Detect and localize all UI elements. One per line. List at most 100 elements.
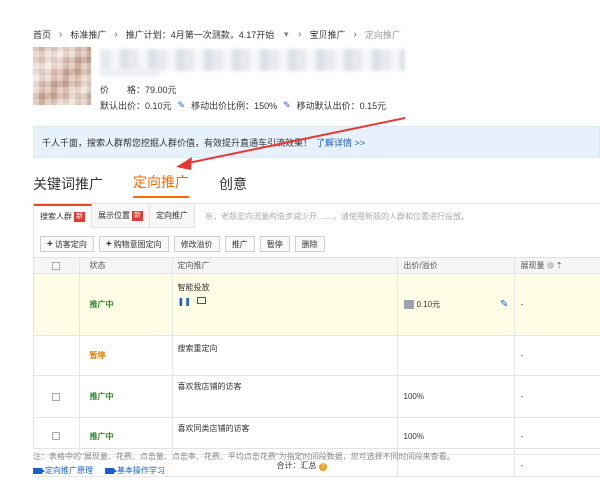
- targeting-table: 状态 定向推广 出价/溢价 展现量 ⇡ 推广中 智能投放 ❚❚ 0.10元 ✎ -: [34, 257, 600, 477]
- tab-keyword-promotion[interactable]: 关键词推广: [33, 174, 103, 198]
- product-subtitle-blurred: [100, 69, 160, 77]
- row-select-cell: [34, 417, 79, 455]
- add-visitor-targeting-button[interactable]: + 访客定向: [40, 236, 94, 252]
- product-title-blurred: [100, 49, 405, 71]
- row-checkbox[interactable]: [52, 392, 61, 401]
- chevron-right-icon: ›: [59, 29, 63, 40]
- table-row: 推广中 喜欢同类店铺的访客 100% -: [34, 417, 600, 455]
- link-basic-operations[interactable]: 基本操作学习: [105, 465, 165, 476]
- header-impressions[interactable]: 展现量 ⇡: [513, 257, 600, 274]
- edit-pencil-icon[interactable]: ✎: [500, 299, 508, 310]
- bid-value: 0.10元: [416, 300, 441, 309]
- video-icon: [105, 467, 117, 474]
- select-all-header: [34, 257, 79, 274]
- impressions-cell: -: [513, 273, 600, 336]
- select-all-checkbox[interactable]: [52, 261, 61, 270]
- info-tip-bar: 千人千面，搜索人群帮您挖掘人群价值，有效提升直通车引流效果！ 了解详情 >>: [33, 126, 600, 158]
- targeting-name: 智能投放: [177, 283, 210, 292]
- new-badge: 新: [132, 210, 143, 221]
- product-thumbnail[interactable]: [33, 47, 91, 105]
- targeting-cell: 喜欢同类店铺的访客: [171, 417, 397, 455]
- total-impressions-cell: -: [513, 454, 600, 477]
- sub-tab-note: 亲，老版定向流量构造步减少开……，请使用新版的人群和位置进行投放。: [205, 211, 469, 221]
- impressions-cell: -: [513, 375, 600, 418]
- status-cell: 推广中: [78, 417, 172, 455]
- bid-settings: 默认出价：0.10元 ✎ 移动出价比例：150% ✎ 移动默认出价：0.15元: [100, 99, 386, 112]
- row-icons: ❚❚: [178, 297, 397, 306]
- edit-pencil-icon[interactable]: ✎: [178, 100, 186, 111]
- row-checkbox[interactable]: [52, 432, 61, 441]
- edit-pencil-icon[interactable]: ✎: [283, 100, 291, 111]
- bid-cell: 0.10元 ✎: [396, 273, 514, 336]
- header-bid: 出价/溢价: [396, 257, 514, 274]
- default-bid: 默认出价：0.10元: [100, 101, 172, 111]
- targeting-cell: 智能投放 ❚❚: [171, 273, 397, 336]
- mobile-default-bid: 移动默认出价：0.15元: [296, 101, 387, 111]
- table-header-row: 状态 定向推广 出价/溢价 展现量 ⇡: [34, 257, 600, 274]
- chevron-right-icon: ›: [353, 29, 357, 40]
- header-status: 状态: [78, 257, 172, 274]
- table-row: 推广中 智能投放 ❚❚ 0.10元 ✎ -: [34, 273, 600, 336]
- sub-tabs: 搜索人群 新 展示位置 新 定向推广 亲，老版定向流量构造步减少开……，请使用新…: [34, 204, 469, 228]
- sub-tab-display-position[interactable]: 展示位置 新: [92, 204, 150, 228]
- video-icon: [33, 467, 45, 474]
- new-badge: 新: [74, 211, 85, 222]
- sub-tab-search-audience[interactable]: 搜索人群 新: [34, 204, 92, 228]
- breadcrumb-home[interactable]: 首页: [33, 28, 51, 41]
- tab-creative[interactable]: 创意: [219, 174, 247, 198]
- button-label: 购物意图定向: [113, 239, 162, 249]
- delete-button[interactable]: 删除: [294, 236, 325, 252]
- breadcrumb-current: 定向推广: [364, 30, 401, 40]
- status-cell: 推广中: [78, 273, 172, 336]
- impressions-cell: -: [513, 335, 600, 376]
- row-select-cell: [34, 273, 79, 336]
- help-links: 定向推广原理 基本操作学习: [33, 465, 165, 476]
- modify-bid-button[interactable]: 修改溢价: [173, 236, 220, 252]
- row-select-cell: [34, 335, 79, 376]
- sub-tab-label: 展示位置: [98, 211, 130, 220]
- pause-button[interactable]: 暂停: [259, 236, 290, 252]
- chevron-right-icon: ›: [298, 29, 302, 40]
- promote-button[interactable]: 推广: [224, 236, 255, 252]
- bid-cell: 100%: [396, 375, 514, 418]
- tip-text: 千人千面，搜索人群帮您挖掘人群价值，有效提升直通车引流效果！: [42, 137, 313, 148]
- pause-icon[interactable]: ❚❚: [178, 297, 191, 306]
- bid-cell: 100%: [396, 417, 514, 455]
- impressions-cell: -: [513, 417, 600, 455]
- add-intent-targeting-button[interactable]: + 购物意图定向: [98, 236, 169, 252]
- tab-targeted-promotion[interactable]: 定向推广: [133, 172, 189, 198]
- button-label: 访客定向: [54, 239, 87, 249]
- targeting-cell: 搜索重定向: [171, 335, 397, 376]
- total-label: 合计：汇总: [276, 461, 317, 470]
- breadcrumb: 首页 › 标准推广 › 推广计划：4月第一次测款，4.17开始 ▼ › 宝贝推广…: [33, 28, 401, 41]
- caret-down-icon[interactable]: ▼: [282, 30, 290, 39]
- plus-icon: +: [47, 238, 53, 250]
- plus-icon: +: [105, 238, 112, 250]
- link-label: 定向推广原理: [45, 466, 93, 475]
- table-row: 推广中 喜欢我店铺的访客 100% -: [34, 375, 600, 418]
- header-impressions-label: 展现量: [520, 261, 545, 270]
- breadcrumb-plan[interactable]: 推广计划：4月第一次测款，4.17开始: [126, 28, 275, 41]
- targeting-panel: 搜索人群 新 展示位置 新 定向推广 亲，老版定向流量构造步减少开……，请使用新…: [33, 203, 600, 477]
- template-icon: [403, 300, 414, 310]
- sub-tab-label: 定向推广: [156, 211, 188, 220]
- link-label: 基本操作学习: [117, 466, 165, 475]
- header-targeting: 定向推广: [171, 257, 397, 274]
- toolbar: + 访客定向 + 购物意图定向 修改溢价 推广 暂停 删除: [40, 236, 325, 252]
- sub-tab-targeted[interactable]: 定向推广: [150, 204, 195, 228]
- help-icon[interactable]: ?: [318, 463, 327, 471]
- link-targeting-principle[interactable]: 定向推广原理: [33, 465, 93, 476]
- status-cell: 暂停: [78, 335, 172, 376]
- sort-arrow-icon[interactable]: ⇡: [556, 261, 563, 270]
- breadcrumb-standard[interactable]: 标准推广: [70, 28, 106, 41]
- chevron-right-icon: ›: [114, 29, 118, 40]
- status-cell: 推广中: [78, 375, 172, 418]
- targeting-cell: 喜欢我店铺的访客: [171, 375, 397, 418]
- breadcrumb-item-promo[interactable]: 宝贝推广: [310, 28, 346, 41]
- learn-more-link[interactable]: 了解详情 >>: [316, 136, 365, 149]
- mobile-ratio: 移动出价比例：150%: [191, 101, 278, 111]
- monitor-icon[interactable]: [196, 297, 206, 304]
- sub-tab-label: 搜索人群: [40, 212, 72, 221]
- table-row: 暂停 搜索重定向 -: [34, 335, 600, 376]
- help-icon[interactable]: [546, 262, 554, 270]
